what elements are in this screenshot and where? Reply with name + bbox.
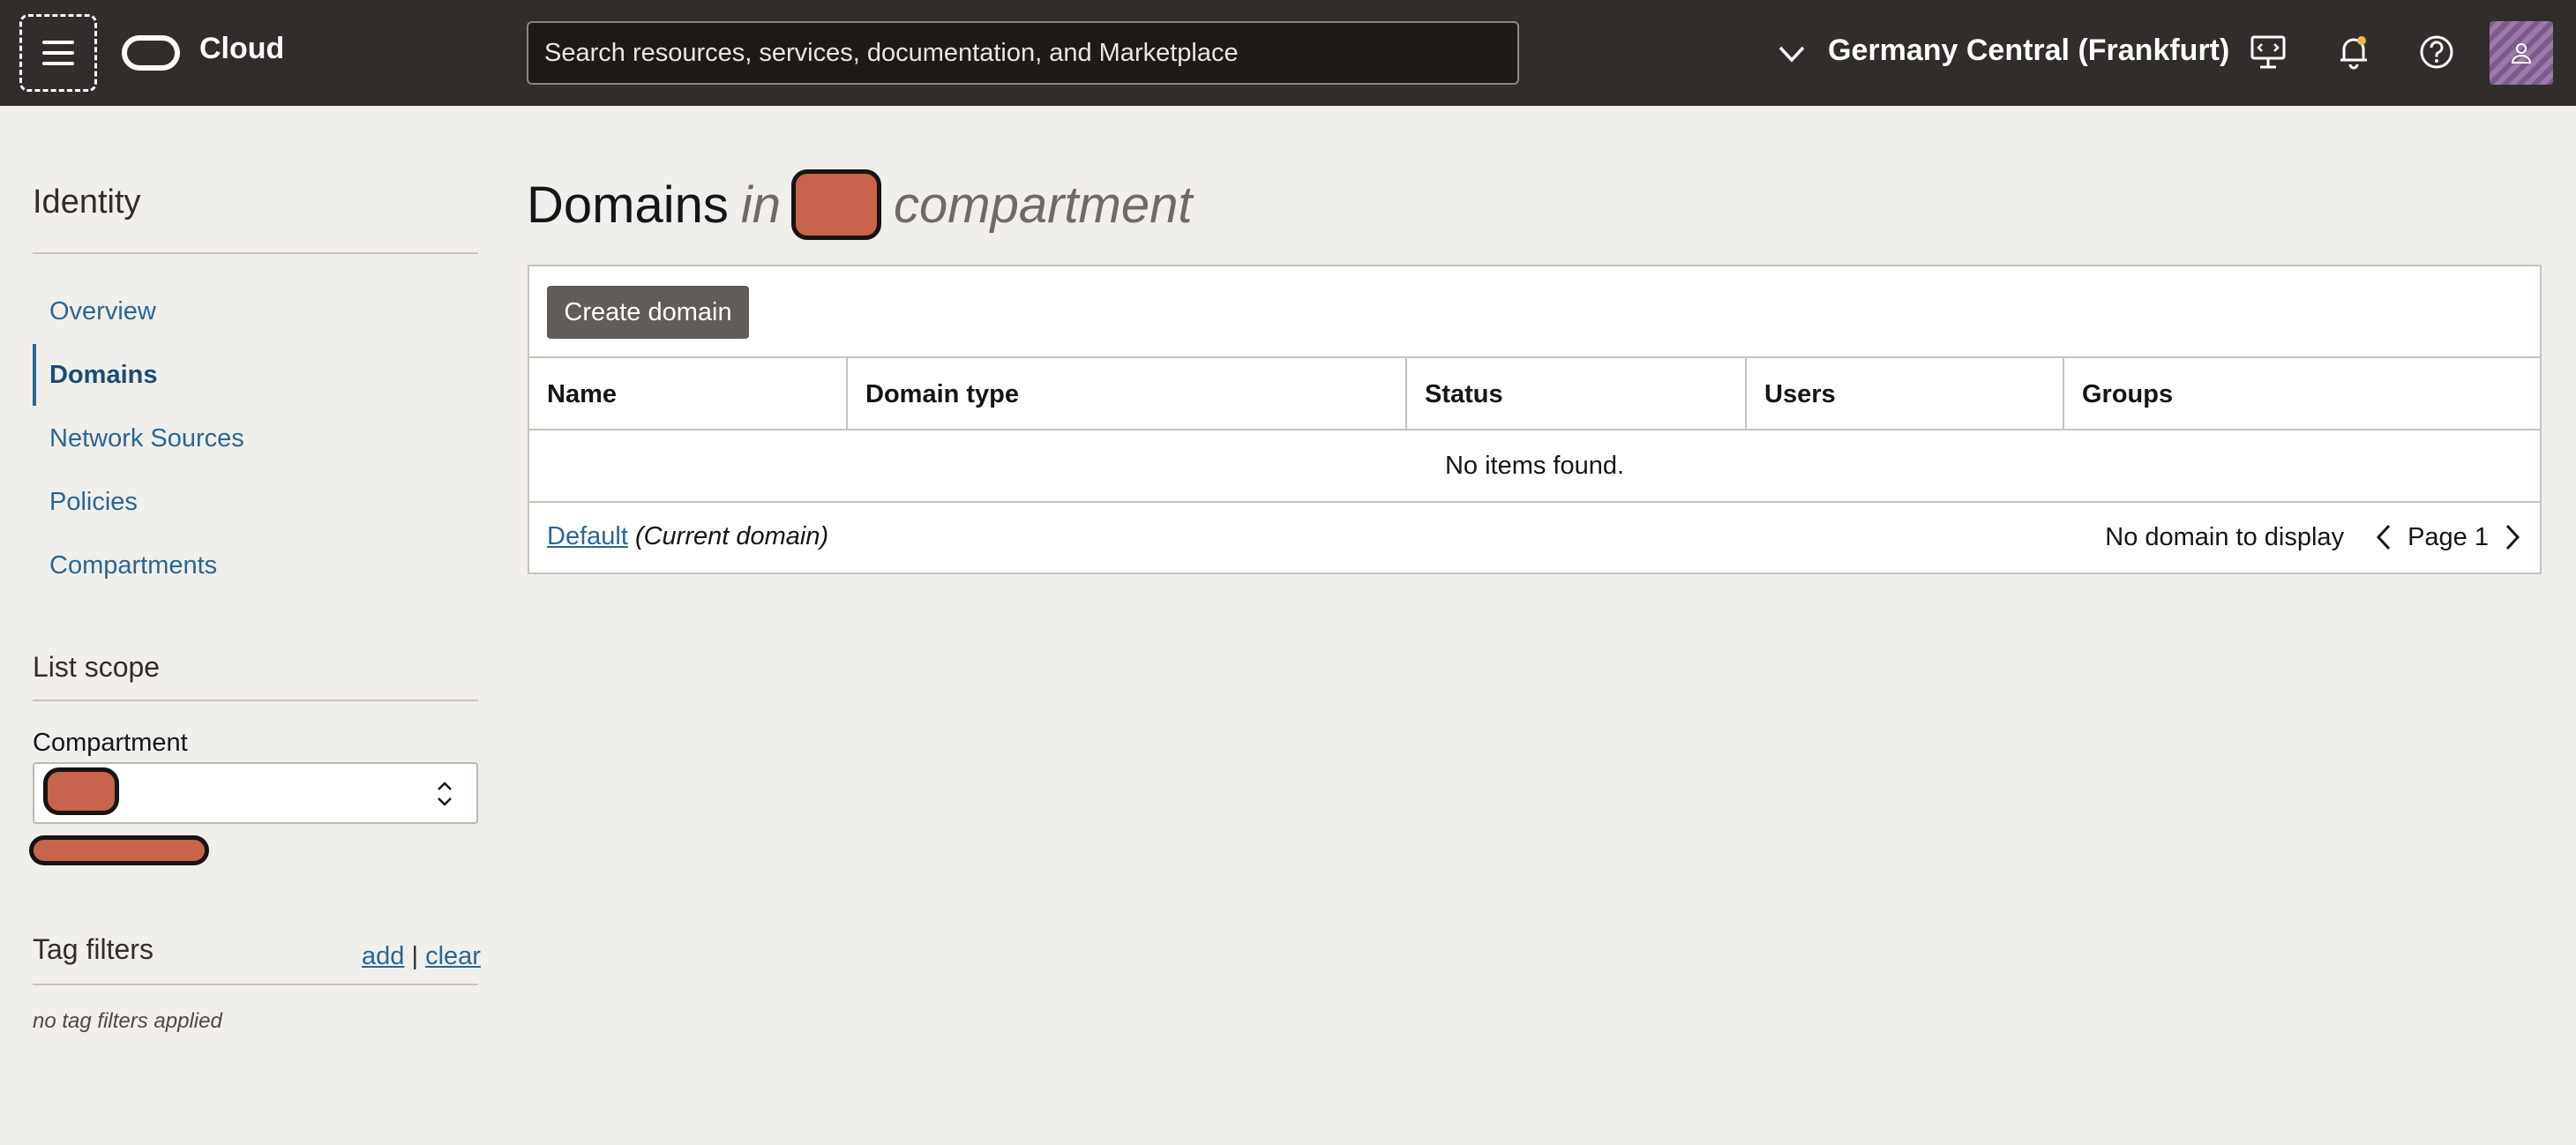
sidebar-item-network-sources[interactable]: Network Sources [33, 408, 478, 469]
list-scope-heading: List scope [33, 651, 161, 683]
tag-add-link[interactable]: add [362, 942, 404, 970]
tag-clear-link[interactable]: clear [425, 942, 481, 970]
redacted-compartment-path [29, 835, 209, 865]
chevron-down-icon[interactable] [1777, 39, 1807, 69]
no-tag-filters-text: no tag filters applied [33, 1009, 222, 1033]
brand-name[interactable]: Cloud [199, 32, 284, 66]
tag-link-separator: | [411, 942, 418, 970]
page-title-in: in [740, 176, 782, 234]
developer-tools-icon[interactable] [2248, 32, 2288, 72]
search-input[interactable]: Search resources, services, documentatio… [527, 21, 1519, 85]
sidebar-item-overview[interactable]: Overview [33, 281, 478, 342]
column-header-groups[interactable]: Groups [2064, 358, 2542, 430]
compartment-select[interactable] [33, 762, 478, 824]
redacted-compartment-title [791, 169, 882, 240]
sidebar-item-policies[interactable]: Policies [33, 471, 478, 533]
hamburger-icon [42, 41, 74, 65]
current-domain-note: (Current domain) [634, 522, 829, 550]
column-header-name[interactable]: Name [529, 358, 848, 430]
current-domain-info: Default (Current domain) [547, 522, 828, 551]
top-bar: Cloud Search resources, services, docume… [0, 0, 2576, 106]
table-header-row: Name Domain type Status Users Groups [529, 356, 2540, 430]
cloud-logo-icon[interactable] [122, 35, 180, 71]
previous-page-icon[interactable] [2370, 522, 2397, 552]
empty-table-message: No items found. [529, 429, 2540, 501]
notifications-bell-icon[interactable] [2333, 32, 2374, 72]
menu-button[interactable] [19, 14, 97, 92]
page-indicator: Page 1 [2408, 522, 2489, 551]
region-selector[interactable]: Germany Central (Frankfurt) [1828, 34, 2229, 68]
user-avatar[interactable] [2490, 21, 2553, 85]
sidebar-item-domains[interactable]: Domains [33, 344, 478, 406]
default-domain-link[interactable]: Default [547, 522, 628, 550]
select-arrows-icon [438, 782, 452, 806]
pagination: No domain to display Page 1 [2105, 522, 2526, 552]
page-title-compartment: compartment [894, 176, 1193, 234]
page-title-main: Domains [527, 176, 729, 234]
user-profile-icon [2511, 43, 2532, 64]
no-domain-text: No domain to display [2105, 522, 2345, 551]
domains-table-panel: Create domain Name Domain type Status Us… [528, 265, 2542, 574]
divider [33, 252, 478, 254]
column-header-status[interactable]: Status [1407, 358, 1747, 430]
column-header-users[interactable]: Users [1747, 358, 2064, 430]
create-domain-button[interactable]: Create domain [547, 286, 749, 339]
table-footer: Default (Current domain) No domain to di… [529, 501, 2540, 572]
sidebar-item-compartments[interactable]: Compartments [33, 535, 478, 596]
compartment-label: Compartment [33, 729, 188, 757]
divider [33, 984, 478, 985]
page-title: Domains in compartment [527, 169, 1192, 240]
divider [33, 700, 478, 701]
tag-filters-heading: Tag filters [33, 933, 154, 965]
column-header-domain-type[interactable]: Domain type [848, 358, 1407, 430]
next-page-icon[interactable] [2499, 522, 2526, 552]
help-icon[interactable] [2416, 32, 2457, 72]
redacted-compartment-name [43, 767, 119, 815]
sidebar-title: Identity [33, 183, 141, 221]
tag-filter-links: add | clear [362, 942, 481, 971]
